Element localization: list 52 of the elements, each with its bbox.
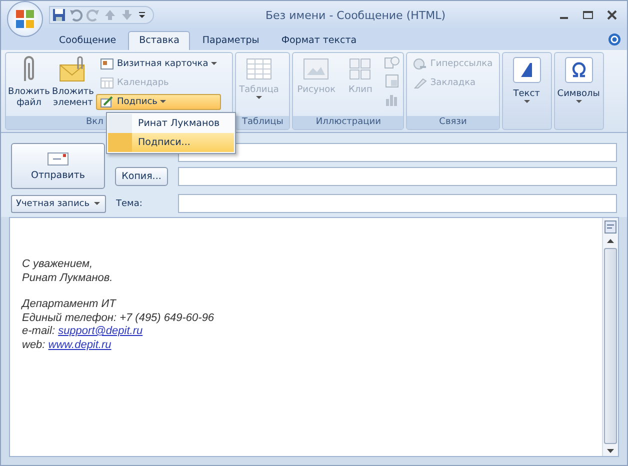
save-icon[interactable] [52,8,66,22]
subject-field[interactable] [178,194,617,213]
ruler-icon[interactable] [604,220,617,234]
calendar-icon [100,77,114,89]
office-logo-icon [14,8,36,30]
arrow-up-icon[interactable] [103,8,117,22]
close-icon[interactable] [605,8,619,22]
signature-line: С уважением, [22,258,93,272]
vertical-scrollbar[interactable] [602,218,618,456]
signature-line: Департамент ИТ [22,298,116,312]
signature-line: e-mail: support@depit.ru [22,325,143,338]
cc-button[interactable]: Копия... [115,167,168,186]
ribbon-button[interactable]: Текст [504,55,549,127]
menu-item[interactable]: Подписи... [108,133,234,152]
ribbon-button[interactable]: Символы [556,55,601,127]
group-label: Связи [407,116,499,129]
ribbon-button[interactable]: Вложить файл [8,55,50,114]
message-body[interactable]: С уважением, Ринат Лукманов. Департамент ИТ Единый телефон: +7 (495) 649-60-96 e-mail: support@depit.ru web: www.depit.ru [9,217,619,457]
ribbon-tab[interactable]: Сообщение [49,32,126,50]
signature-link[interactable]: support@depit.ru [58,325,143,337]
omega-icon [564,57,593,83]
ribbon-button[interactable]: Вложить элемент [52,55,94,114]
account-button[interactable]: Учетная запись [11,194,106,212]
signature-line: Ринат Лукманов. [22,272,113,285]
caret-icon [256,96,262,100]
ribbon-tab[interactable]: Вставка [128,31,190,50]
envelope-icon [47,152,69,166]
ribbon-button[interactable]: Подпись [96,94,222,110]
group-label: Таблицы [236,116,290,129]
group-label: Иллюстрации [293,116,404,129]
text-icon [512,57,541,83]
send-button[interactable]: Отправить [11,143,105,189]
signature-line: Единый телефон: +7 (495) 649-60-96 [22,312,214,325]
ribbon-tab[interactable]: Параметры [192,32,270,50]
caret-icon [576,100,582,104]
scroll-thumb[interactable] [604,248,617,444]
cc-field[interactable] [178,167,617,186]
help-icon[interactable] [608,33,621,46]
caret-icon [160,100,166,104]
caret-icon [94,202,100,206]
office-button[interactable] [7,1,43,37]
ribbon-button[interactable]: Визитная карточка [96,56,222,72]
signature-icon [100,96,114,108]
subject-label: Тема: [116,198,144,208]
caret-icon [211,62,218,66]
signature-line: web: www.depit.ru [22,338,112,352]
caret-icon [524,100,530,104]
signature-link[interactable]: www.depit.ru [48,338,112,350]
redo-icon[interactable] [86,8,100,22]
window-title: Без имени - Сообщение (HTML) [264,8,447,22]
ribbon-tab[interactable]: Формат текста [271,32,367,50]
business-card-icon [100,58,114,70]
